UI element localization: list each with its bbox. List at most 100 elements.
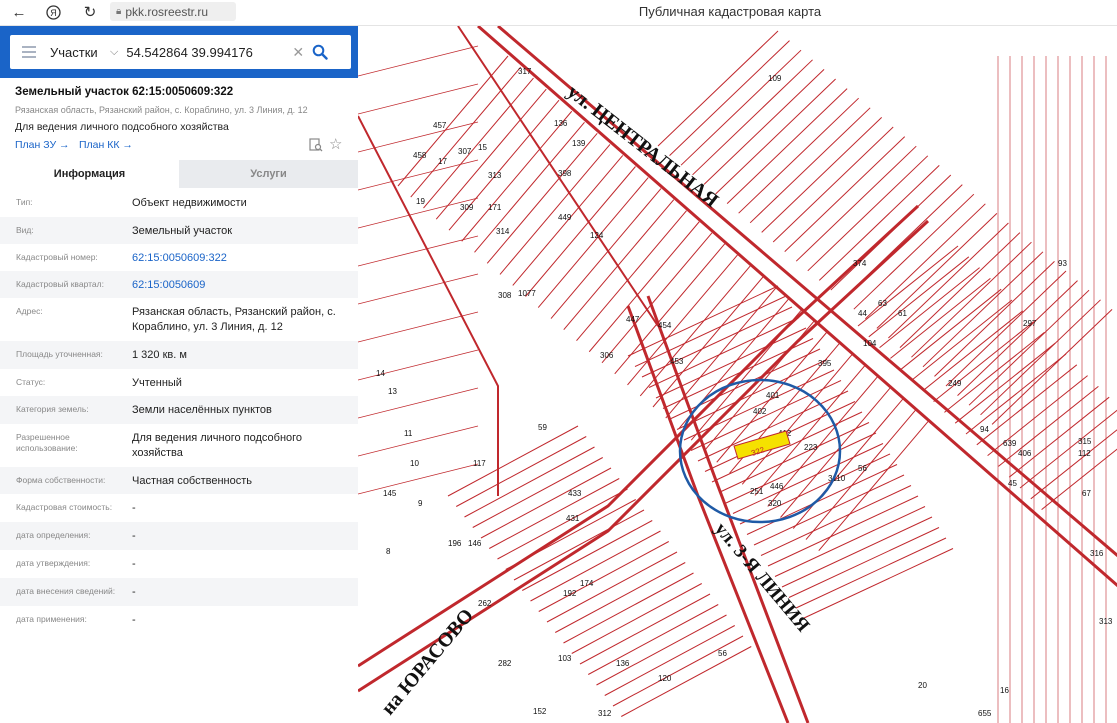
property-label: дата утверждения: bbox=[16, 558, 91, 568]
parcel-number: 9 bbox=[418, 499, 423, 508]
property-row: Тип: Объект недвижимости bbox=[0, 189, 358, 217]
parcel-boundary bbox=[588, 221, 700, 353]
parcel-boundary bbox=[358, 83, 479, 115]
parcel-boundary bbox=[899, 232, 1021, 348]
parcel-boundary bbox=[830, 174, 952, 291]
parcel-number: 402 bbox=[753, 407, 767, 416]
parcel-number: 401 bbox=[766, 391, 780, 400]
parcel-boundary bbox=[358, 425, 479, 457]
property-row: Статус: Учтенный bbox=[0, 369, 358, 396]
parcel-boundary bbox=[772, 126, 894, 243]
parcel-number: 20 bbox=[918, 681, 927, 690]
parcel-boundary bbox=[358, 159, 479, 191]
parcel-number: 139 bbox=[572, 139, 586, 148]
parcel-boundary bbox=[879, 267, 980, 348]
tab-services[interactable]: Услуги bbox=[179, 160, 358, 188]
parcel-number: 315 bbox=[1078, 437, 1092, 446]
parcel-boundary bbox=[876, 213, 998, 329]
chevron-down-icon[interactable]: ⌵ bbox=[110, 46, 118, 59]
parcel-boundary bbox=[911, 241, 1032, 358]
property-label: Форма собственности: bbox=[16, 475, 106, 485]
parcel-boundary bbox=[461, 110, 573, 242]
property-row: Категория земель: Земли населённых пункт… bbox=[0, 396, 358, 424]
parcel-boundary bbox=[818, 420, 930, 551]
parcel-boundary bbox=[911, 299, 1013, 381]
cadastral-number-link[interactable]: 62:15:0050609:322 bbox=[132, 251, 352, 266]
back-arrow-icon[interactable]: ← bbox=[9, 2, 29, 22]
property-value: 1 320 кв. м bbox=[132, 349, 187, 361]
cadastral-map[interactable]: 109 93 297 19 17 15 14 13 11 10 9 8 59 117 145 433 431 30… bbox=[358, 26, 1117, 723]
parcel-number: 14 bbox=[376, 369, 385, 378]
yandex-logo-icon[interactable]: Я bbox=[43, 2, 63, 22]
address-bar[interactable]: 🔒︎ pkk.rosreestr.ru bbox=[110, 2, 236, 21]
parcel-boundary bbox=[868, 256, 970, 338]
parcel-boundary bbox=[922, 251, 1044, 368]
parcel-number: 59 bbox=[538, 423, 547, 432]
parcel-boundary bbox=[980, 299, 1101, 416]
parcel-number: 15 bbox=[478, 143, 487, 152]
parcel-number: 94 bbox=[980, 425, 989, 434]
plan-kk-link[interactable]: План КК → bbox=[79, 139, 133, 151]
property-label: дата применения: bbox=[16, 614, 87, 624]
parcel-boundary bbox=[818, 165, 940, 281]
search-field-container: Участки ⌵ ✕ bbox=[10, 35, 351, 69]
property-value: Для ведения личного подсобного хозяйства bbox=[132, 432, 303, 459]
street-label-3-line: ул. 3-Я ЛИНИЯ bbox=[710, 519, 813, 637]
star-icon[interactable]: ☆ bbox=[329, 135, 342, 153]
close-icon[interactable]: ✕ bbox=[292, 44, 304, 61]
search-icon[interactable] bbox=[312, 44, 328, 60]
parcel-boundary bbox=[788, 527, 940, 598]
layer-select[interactable]: Участки bbox=[50, 45, 100, 60]
parcel-boundary bbox=[805, 409, 917, 540]
parcel-boundary bbox=[933, 321, 1034, 402]
parcel-number: 306 bbox=[600, 351, 614, 360]
property-row: Кадастровая стоимость: - bbox=[0, 494, 358, 522]
property-label: Площадь уточненная: bbox=[16, 349, 103, 359]
cadastral-quarter-link[interactable]: 62:15:0050609 bbox=[132, 278, 352, 293]
parcel-boundary bbox=[601, 232, 713, 364]
parcel-boundary bbox=[767, 495, 919, 567]
parcel-boundary bbox=[550, 188, 662, 319]
parcel-boundary bbox=[944, 332, 1045, 413]
property-row: Кадастровый квартал: 62:15:0050609 bbox=[0, 271, 358, 298]
search-input[interactable] bbox=[126, 44, 287, 60]
parcel-boundary bbox=[922, 310, 1024, 392]
parcel-number: 316 bbox=[1090, 549, 1104, 558]
parcel-number: 93 bbox=[1058, 259, 1067, 268]
property-row: дата утверждения: - bbox=[0, 550, 358, 578]
property-row: дата определения: - bbox=[0, 522, 358, 550]
parcel-number: 3110 bbox=[828, 474, 846, 483]
parcel-number: 45 bbox=[1008, 479, 1017, 488]
parcel-boundary bbox=[505, 499, 636, 570]
parcel-number: 109 bbox=[768, 74, 782, 83]
parcel-number: 146 bbox=[468, 539, 482, 548]
parcel-boundary bbox=[760, 485, 912, 556]
parcel-boundary bbox=[890, 278, 991, 359]
tab-information[interactable]: Информация bbox=[0, 160, 179, 188]
parcel-number: 307 bbox=[458, 147, 472, 156]
property-value: Рязанская область, Рязанский район, с. К… bbox=[132, 306, 336, 333]
parcel-number: 145 bbox=[383, 489, 397, 498]
plan-zu-link[interactable]: План ЗУ → bbox=[15, 139, 70, 151]
parcel-boundary bbox=[621, 646, 752, 717]
menu-icon[interactable] bbox=[22, 43, 36, 61]
parcel-boundary bbox=[1030, 429, 1117, 500]
parcel-boundary bbox=[657, 30, 779, 147]
parcel-number: 13 bbox=[388, 387, 397, 396]
reload-icon[interactable]: ↻ bbox=[80, 2, 100, 22]
property-label: Статус: bbox=[16, 377, 46, 387]
property-label: Кадастровая стоимость: bbox=[16, 502, 113, 512]
parcel-number: 136 bbox=[616, 659, 630, 668]
info-panel: Участки ⌵ ✕ Земельный участок 62:15:0050… bbox=[0, 26, 358, 723]
property-row: Вид: Земельный участок bbox=[0, 217, 358, 244]
parcel-number: 56 bbox=[858, 464, 867, 473]
parcel-boundary bbox=[358, 235, 479, 267]
parcel-boundary bbox=[627, 285, 779, 357]
map-canvas[interactable]: 10993297191715141311109859117145 43343130… bbox=[358, 26, 1117, 723]
parcel-use: Для ведения личного подсобного хозяйства bbox=[15, 121, 229, 133]
search-bar: Участки ⌵ ✕ bbox=[0, 26, 358, 78]
parcel-number: 454 bbox=[658, 321, 672, 330]
parcel-boundary bbox=[697, 390, 849, 462]
parcel-number: 453 bbox=[670, 357, 684, 366]
document-search-icon[interactable] bbox=[309, 138, 323, 152]
